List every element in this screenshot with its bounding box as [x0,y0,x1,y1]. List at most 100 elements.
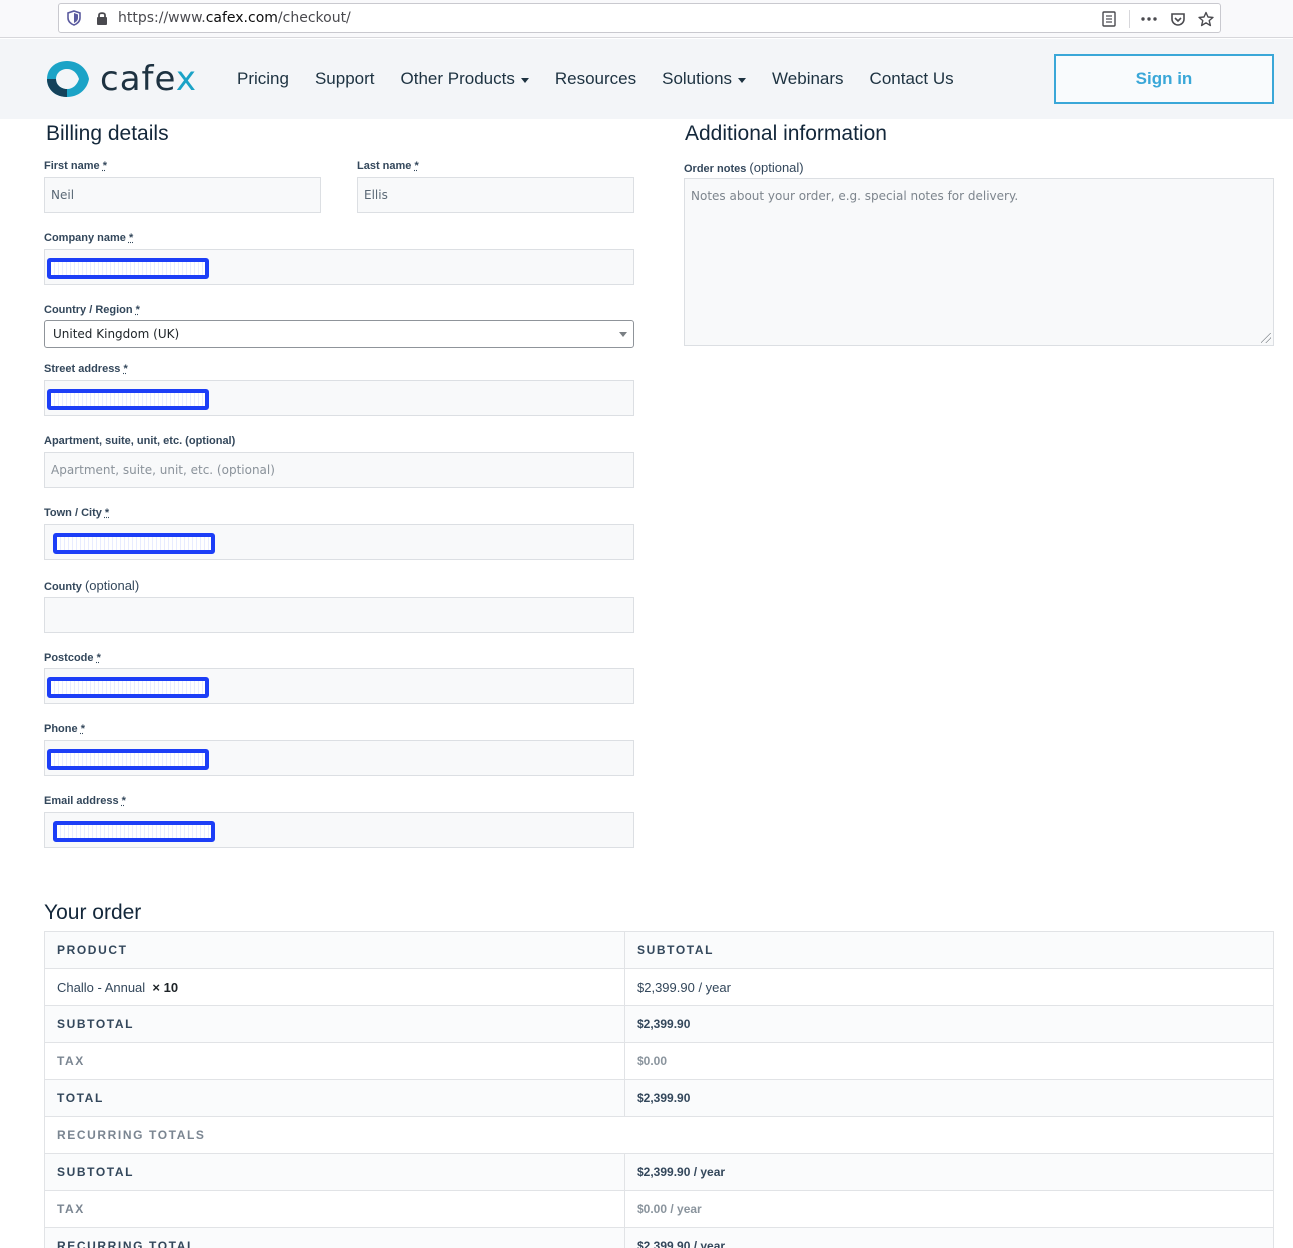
cafex-logo[interactable]: cafex [44,59,197,99]
first-name-label: First name * [44,160,107,172]
url-host: cafex.com [206,10,278,26]
redaction-scribble [53,533,215,554]
company-name-label-text: Company name [44,232,126,244]
product-quantity: × 10 [152,980,178,995]
total-label: TOTAL [45,1080,625,1117]
country-region-select[interactable]: United Kingdom (UK) [44,320,634,348]
town-city-label: Town / City * [44,507,109,519]
product-price-cell: $2,399.90 / year [625,969,1274,1006]
required-marker: * [103,160,107,172]
nav-other-products-label: Other Products [401,69,515,89]
postcode-label-text: Postcode [44,652,94,664]
nav-resources-label: Resources [555,69,636,89]
redaction-scribble [47,389,209,410]
required-marker: * [124,363,128,375]
last-name-label: Last name * [357,160,419,172]
chevron-down-icon [521,78,529,83]
pocket-icon[interactable] [1169,10,1187,28]
last-name-input[interactable]: Ellis [357,177,634,213]
logo-text-main: cafe [100,59,176,99]
table-row: SUBTOTAL $2,399.90 [45,1006,1274,1043]
apartment-label: Apartment, suite, unit, etc. (optional) [44,435,235,447]
chevron-down-icon [619,332,627,337]
main-nav: Pricing Support Other Products Resources… [237,69,980,89]
table-header-row: PRODUCT SUBTOTAL [45,932,1274,969]
site-header: cafex Pricing Support Other Products Res… [0,39,1293,119]
chevron-down-icon [738,78,746,83]
nav-solutions[interactable]: Solutions [662,69,746,89]
subtotal-label: SUBTOTAL [45,1006,625,1043]
logo-text-x: x [176,59,197,99]
nav-webinars-label: Webinars [772,69,844,89]
street-address-input[interactable] [44,380,634,416]
product-cell: Challo - Annual × 10 [45,969,625,1006]
browser-toolbar: https://www.cafex.com/checkout/ [0,0,1293,38]
nav-contact-us[interactable]: Contact Us [870,69,954,89]
nav-other-products[interactable]: Other Products [401,69,529,89]
nav-contact-us-label: Contact Us [870,69,954,89]
url-path: /checkout/ [278,10,351,26]
required-marker: * [97,652,101,664]
recurring-totals-label: RECURRING TOTALS [45,1117,1274,1154]
url-text[interactable]: https://www.cafex.com/checkout/ [118,10,351,26]
nav-webinars[interactable]: Webinars [772,69,844,89]
recurring-subtotal-value: $2,399.90 / year [625,1154,1274,1191]
your-order-title: Your order [44,901,141,925]
resize-handle-icon[interactable] [1261,333,1271,343]
redaction-scribble [47,749,209,770]
nav-solutions-label: Solutions [662,69,732,89]
country-label-text: Country / Region [44,304,133,316]
county-label: County (optional) [44,578,139,593]
required-marker: * [81,723,85,735]
more-actions-icon[interactable] [1140,10,1158,28]
phone-input[interactable] [44,740,634,776]
reader-view-icon[interactable] [1100,10,1118,28]
recurring-total-value: $2,399.90 / year [625,1228,1274,1248]
recurring-tax-label: TAX [45,1191,625,1228]
tax-value: $0.00 [625,1043,1274,1080]
country-selected-value: United Kingdom (UK) [53,327,179,341]
town-city-input[interactable] [44,524,634,560]
last-name-label-text: Last name [357,160,411,172]
product-name: Challo - Annual [57,980,145,995]
first-name-input[interactable]: Neil [44,177,321,213]
street-address-label-text: Street address [44,363,120,375]
table-row: TAX $0.00 / year [45,1191,1274,1228]
table-row: TAX $0.00 [45,1043,1274,1080]
country-region-label: Country / Region * [44,304,140,316]
subtotal-column-header: SUBTOTAL [625,932,1274,969]
nav-pricing[interactable]: Pricing [237,69,289,89]
county-input[interactable] [44,597,634,633]
apartment-input[interactable]: Apartment, suite, unit, etc. (optional) [44,452,634,488]
company-name-input[interactable] [44,249,634,285]
nav-resources[interactable]: Resources [555,69,636,89]
order-notes-label-text: Order notes [684,163,746,175]
nav-support[interactable]: Support [315,69,375,89]
recurring-tax-value: $0.00 / year [625,1191,1274,1228]
bookmark-star-icon[interactable] [1197,10,1215,28]
shield-icon[interactable] [67,10,81,26]
url-scheme: https://www. [118,10,206,26]
email-address-input[interactable] [44,812,634,848]
first-name-value: Neil [51,188,74,202]
optional-marker: (optional) [85,578,139,593]
required-marker: * [129,232,133,244]
email-label-text: Email address [44,795,119,807]
table-row: RECURRING TOTALS [45,1117,1274,1154]
nav-support-label: Support [315,69,375,89]
sign-in-button[interactable]: Sign in [1054,54,1274,104]
required-marker: * [414,160,418,172]
tax-label: TAX [45,1043,625,1080]
town-city-label-text: Town / City [44,507,102,519]
order-notes-textarea[interactable]: Notes about your order, e.g. special not… [684,178,1274,346]
phone-label-text: Phone [44,723,78,735]
cafex-logo-icon [44,59,92,99]
cafex-logo-text: cafex [100,59,197,99]
address-bar[interactable]: https://www.cafex.com/checkout/ [58,3,1221,33]
postcode-input[interactable] [44,668,634,704]
required-marker: * [136,304,140,316]
company-name-label: Company name * [44,232,133,244]
lock-icon[interactable] [95,10,109,26]
email-address-label: Email address * [44,795,126,807]
billing-details-title: Billing details [46,122,169,146]
